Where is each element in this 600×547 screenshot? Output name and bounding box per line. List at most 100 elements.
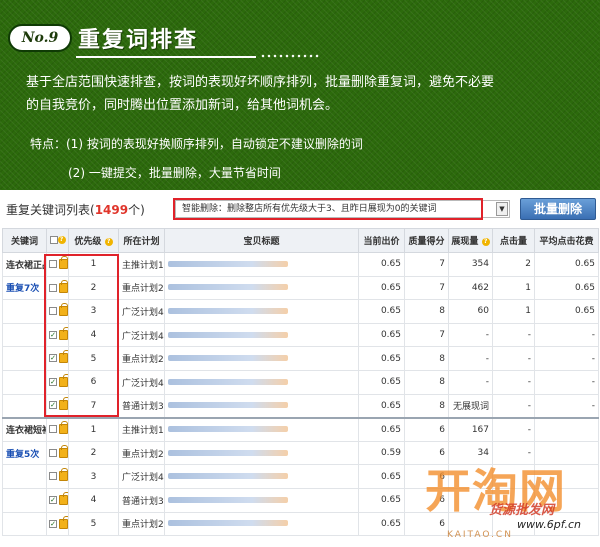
select-cell[interactable] [46, 440, 69, 466]
bid-cell: 0.65 [358, 252, 405, 277]
plan-cell[interactable]: 广泛计划4 [118, 464, 165, 489]
plan-cell[interactable]: 重点计划2 [118, 440, 165, 466]
plan-cell[interactable]: 主推计划1 [118, 252, 165, 277]
clicks-cell: 2 [492, 252, 535, 277]
impressions-cell [448, 511, 493, 537]
item-title-cell[interactable] [164, 346, 359, 371]
lock-icon [59, 421, 68, 435]
priority-cell: 2 [68, 440, 119, 466]
item-title-cell[interactable] [164, 440, 359, 466]
keyword-cell [2, 346, 47, 371]
col-header-impressions[interactable]: 展现量 ? [448, 228, 493, 253]
row-checkbox[interactable]: ✓ [49, 495, 57, 504]
col-header-plan: 所在计划 [118, 228, 165, 253]
select-all-checkbox[interactable] [49, 236, 58, 244]
bid-cell: 0.65 [358, 416, 405, 442]
keyword-cell [2, 322, 47, 348]
repeat-count-link[interactable]: 重复5次 [6, 450, 39, 460]
plan-cell[interactable]: 普通计划3 [118, 487, 165, 513]
quality-cell: 7 [404, 275, 449, 301]
help-icon: ? [481, 237, 490, 246]
bid-cell: 0.59 [358, 440, 405, 466]
bid-cell: 0.65 [358, 322, 405, 348]
select-cell[interactable]: ✓ [46, 487, 69, 513]
quality-cell: 7 [404, 322, 449, 348]
item-title-blurred [168, 331, 288, 338]
quality-cell: 6 [404, 511, 449, 537]
plan-cell[interactable]: 广泛计划4 [118, 322, 165, 348]
item-title-cell[interactable] [164, 275, 359, 301]
bid-cell: 0.65 [358, 487, 405, 513]
plan-cell[interactable]: 广泛计划4 [118, 299, 165, 324]
row-checkbox[interactable]: ✓ [49, 519, 57, 528]
description-line-1: 基于全店范围快速排查，按词的表现好坏顺序排列，批量删除重复词，避免不必要 [26, 75, 495, 90]
item-title-blurred [168, 473, 288, 480]
select-cell[interactable] [46, 416, 69, 442]
col-header-keyword: 关键词 [2, 228, 47, 253]
priority-cell: 4 [68, 487, 119, 513]
plan-cell[interactable]: 广泛计划4 [118, 369, 165, 395]
item-title-blurred [168, 449, 288, 456]
plan-cell[interactable]: 普通计划3 [118, 393, 165, 419]
item-title-cell[interactable] [164, 393, 359, 419]
item-title-blurred [168, 426, 288, 433]
priority-cell: 5 [68, 511, 119, 537]
select-cell[interactable]: ✓ [46, 511, 69, 537]
keyword-cell: 连衣裙短袖 [2, 416, 47, 442]
item-title-blurred [168, 355, 288, 362]
table-row: ✓ 4 普通计划3 0.65 6 [2, 487, 599, 513]
quality-cell: 8 [404, 369, 449, 395]
keyword-count: 1499 [94, 203, 129, 217]
priority-highlight-box [44, 254, 119, 417]
keyword-cell: 重复7次 [2, 275, 47, 301]
plan-cell[interactable]: 重点计划2 [118, 275, 165, 301]
avg-cost-cell [534, 440, 599, 466]
col-header-priority[interactable]: 优先级 ? [68, 228, 119, 253]
impressions-cell [448, 464, 493, 489]
impressions-cell: - [448, 322, 493, 348]
keyword-cell: 重复5次 [2, 440, 47, 466]
priority-cell: 1 [68, 416, 119, 442]
lock-icon [59, 444, 68, 458]
avg-cost-cell: 0.65 [534, 275, 599, 301]
smart-delete-highlight [173, 198, 483, 220]
plan-cell[interactable]: 重点计划2 [118, 511, 165, 537]
avg-cost-cell [534, 487, 599, 513]
lock-icon [59, 468, 68, 482]
quality-cell: 8 [404, 393, 449, 419]
list-toolbar: 重复关键词列表(1499个) 智能删除：删除整店所有优先级大于3、且昨日展现为0… [0, 194, 600, 226]
plan-cell[interactable]: 主推计划1 [118, 416, 165, 442]
impressions-cell: 167 [448, 416, 493, 442]
item-title-blurred [168, 378, 288, 385]
table-row: ✓ 5 重点计划2 0.65 6 [2, 511, 599, 537]
clicks-cell [492, 487, 535, 513]
description-line-2: 的自我竞价，同时腾出位置添加新词，给其他词机会。 [26, 98, 339, 113]
item-title-cell[interactable] [164, 322, 359, 348]
bulk-delete-button[interactable]: 批量删除 [520, 198, 596, 220]
item-title-cell[interactable] [164, 369, 359, 395]
row-checkbox[interactable] [49, 448, 57, 457]
item-title-cell[interactable] [164, 487, 359, 513]
item-title-cell[interactable] [164, 252, 359, 277]
col-header-avg-cost: 平均点击花费 [534, 228, 599, 253]
col-header-quality: 质量得分 [404, 228, 449, 253]
plan-cell[interactable]: 重点计划2 [118, 346, 165, 371]
item-title-cell[interactable] [164, 416, 359, 442]
bid-cell: 0.65 [358, 299, 405, 324]
unlock-icon [59, 491, 68, 505]
item-title-cell[interactable] [164, 299, 359, 324]
avg-cost-cell: - [534, 322, 599, 348]
repeat-count-link[interactable]: 重复7次 [6, 284, 39, 294]
avg-cost-cell: - [534, 369, 599, 395]
row-checkbox[interactable] [49, 472, 57, 481]
table-row: 连衣裙短袖 1主推计划1 0.656167- [2, 416, 599, 442]
avg-cost-cell: 0.65 [534, 252, 599, 277]
item-title-cell[interactable] [164, 464, 359, 489]
select-cell[interactable] [46, 464, 69, 489]
clicks-cell: - [492, 369, 535, 395]
item-title-cell[interactable] [164, 511, 359, 537]
item-title-blurred [168, 284, 288, 291]
dropdown-arrow-icon[interactable]: ▼ [496, 202, 508, 216]
avg-cost-cell: - [534, 346, 599, 371]
row-checkbox[interactable] [49, 425, 57, 434]
